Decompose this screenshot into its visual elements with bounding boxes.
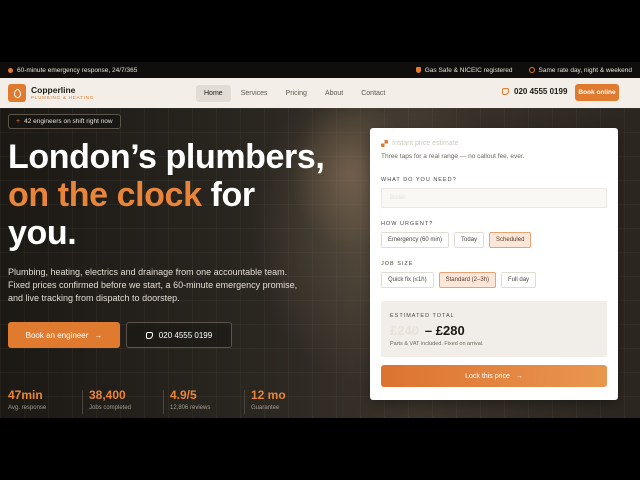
estimate-heading-text: Instant price estimate	[392, 140, 459, 147]
browser-page: 60-minute emergency response, 24/7/365 G…	[0, 62, 640, 418]
emergency-text: 60-minute emergency response, 24/7/365	[17, 66, 138, 74]
size-option-full-day[interactable]: Full day	[501, 272, 537, 288]
size-option-standard[interactable]: Standard (2–3h)	[438, 272, 497, 288]
stat-label: 12,806 reviews	[170, 405, 211, 411]
nav-link-services[interactable]: Services	[233, 85, 276, 102]
phone-icon	[502, 88, 509, 95]
total-note: Parts & VAT included. Fixed on arrival.	[390, 341, 484, 347]
stat-response: 47min Avg. response	[8, 388, 82, 414]
estimated-total-panel: ESTIMATED TOTAL £240 – £280 Parts & VAT …	[381, 301, 607, 357]
engineers-badge: + 42 engineers on shift right now	[8, 114, 121, 129]
logo[interactable]	[8, 84, 26, 102]
total-amount: £240 – £280	[390, 323, 465, 338]
nav-link-about[interactable]: About	[317, 85, 351, 102]
emergency-notice: 60-minute emergency response, 24/7/365	[8, 67, 137, 74]
registration-notice: Gas Safe & NICEIC registered	[415, 66, 513, 74]
main-nav: Copperline PLUMBING & HEATING Home Servi…	[0, 78, 640, 108]
shield-icon	[415, 67, 421, 73]
drop-icon	[13, 88, 21, 98]
nav-link-home[interactable]: Home	[196, 85, 231, 102]
stat-jobs: 38,400 Jobs completed	[89, 388, 163, 414]
clock-icon	[528, 67, 535, 73]
engineers-badge-text: 42 engineers on shift right now	[24, 118, 113, 125]
nav-link-contact[interactable]: Contact	[353, 85, 393, 102]
urgency-option-today[interactable]: Today	[454, 232, 485, 248]
job-size-label: JOB SIZE	[381, 261, 414, 267]
stat-label: Avg. response	[8, 405, 47, 411]
stat-reviews: 4.9/5 12,806 reviews	[170, 388, 244, 414]
book-online-button[interactable]: Book online	[575, 84, 619, 101]
nav-link-pricing[interactable]: Pricing	[278, 85, 315, 102]
headline-rest: for	[210, 176, 256, 215]
stat-label: Jobs completed	[89, 405, 132, 411]
headline-line1: London’s plumbers,	[8, 138, 325, 176]
stat-divider	[244, 390, 245, 414]
urgency-option-emergency[interactable]: Emergency (60 min)	[381, 232, 450, 248]
job-size-options: Quick fix (≤1h) Standard (2–3h) Full day	[381, 272, 537, 288]
brand[interactable]: Copperline PLUMBING & HEATING	[31, 84, 95, 101]
stat-value: 47min	[8, 388, 43, 402]
stat-value: 38,400	[89, 388, 126, 402]
total-to: – £280	[424, 323, 465, 338]
rate-notice: Same rate day, night & weekend	[528, 66, 632, 74]
brand-tagline: PLUMBING & HEATING	[31, 95, 95, 100]
registration-text: Gas Safe & NICEIC registered	[424, 66, 513, 74]
arrow-right-icon: →	[515, 372, 523, 380]
headline-line3: you.	[8, 214, 77, 253]
estimate-subheading: Three taps for a real range — no callout…	[381, 153, 525, 160]
need-input[interactable]: Boiler	[381, 188, 607, 208]
estimate-heading: Instant price estimate	[381, 140, 459, 147]
total-from: £240	[390, 323, 419, 338]
stat-value: 12 mo	[251, 388, 286, 402]
brand-name: Copperline	[31, 84, 76, 95]
stat-guarantee: 12 mo Guarantee	[251, 388, 325, 414]
call-button-label: 020 4555 0199	[158, 330, 213, 340]
hero-section: + 42 engineers on shift right now London…	[0, 108, 640, 418]
spark-icon	[381, 140, 388, 147]
book-engineer-label: Book an engineer	[25, 330, 89, 340]
book-engineer-button[interactable]: Book an engineer →	[8, 322, 120, 348]
need-label: WHAT DO YOU NEED?	[381, 177, 457, 183]
hero-headline: London’s plumbers, on the clock for you.	[8, 138, 368, 252]
stat-value: 4.9/5	[170, 388, 197, 402]
urgency-option-scheduled[interactable]: Scheduled	[489, 232, 532, 248]
hero-stats: 47min Avg. response 38,400 Jobs complete…	[8, 388, 325, 414]
size-option-quick[interactable]: Quick fix (≤1h)	[381, 272, 434, 288]
letterbox-bottom	[0, 418, 640, 480]
price-estimate-card: Instant price estimate Three taps for a …	[370, 128, 618, 400]
call-button[interactable]: 020 4555 0199	[126, 322, 232, 348]
announcement-bar: 60-minute emergency response, 24/7/365 G…	[0, 62, 640, 78]
letterbox-top	[0, 0, 640, 62]
arrow-right-icon: →	[94, 330, 103, 340]
nav-phone-number: 020 4555 0199	[514, 87, 568, 96]
lock-price-button[interactable]: Lock this price →	[381, 365, 607, 387]
stat-label: Guarantee	[251, 405, 280, 411]
hero-description: Plumbing, heating, electrics and drainag…	[8, 267, 298, 304]
stat-divider	[163, 390, 164, 414]
headline-accent: on the clock	[8, 176, 202, 215]
stat-divider	[82, 390, 83, 414]
phone-icon	[145, 331, 153, 339]
status-dot-icon	[8, 67, 13, 73]
plus-icon: +	[16, 118, 21, 125]
urgency-options: Emergency (60 min) Today Scheduled	[381, 232, 532, 248]
nav-phone-link[interactable]: 020 4555 0199	[502, 87, 567, 96]
urgency-label: HOW URGENT?	[381, 221, 434, 227]
total-label: ESTIMATED TOTAL	[390, 313, 455, 319]
lock-price-label: Lock this price	[465, 372, 510, 380]
rate-text: Same rate day, night & weekend	[538, 66, 632, 74]
nav-links: Home Services Pricing About Contact	[196, 85, 393, 102]
